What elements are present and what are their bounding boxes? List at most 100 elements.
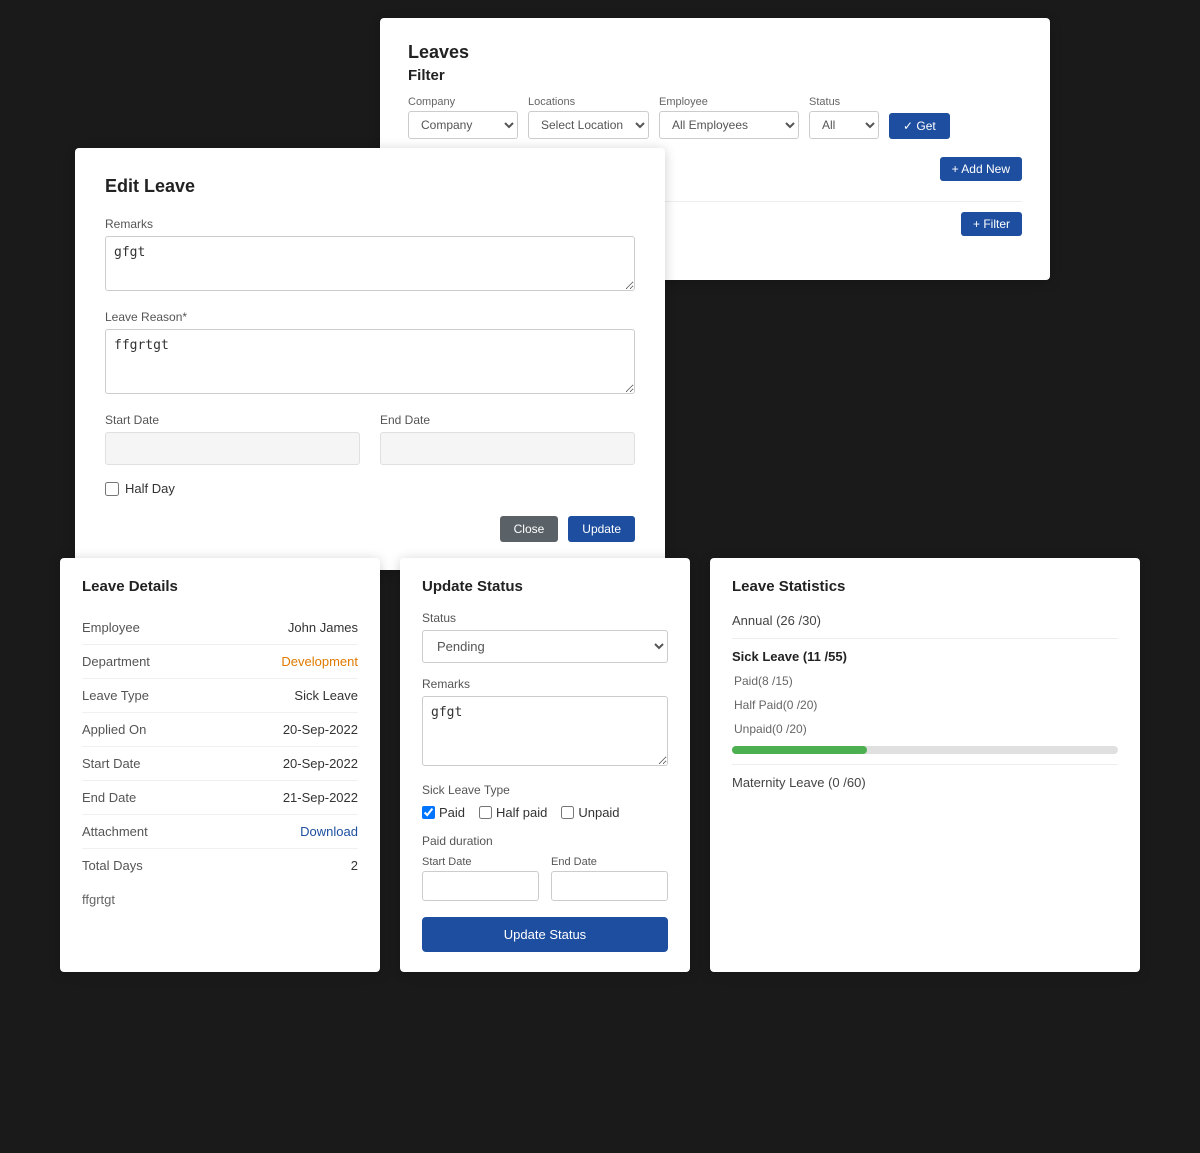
leave-type-detail-value: Sick Leave <box>294 688 358 703</box>
locations-select[interactable]: Select Location <box>528 111 649 139</box>
half-day-row: Half Day <box>105 481 635 496</box>
sick-leave-label: Sick Leave (11 /55) <box>732 649 1118 664</box>
attachment-download-link[interactable]: Download <box>300 824 358 839</box>
half-day-checkbox[interactable] <box>105 482 119 496</box>
total-days-label: Total Days <box>82 858 143 873</box>
maternity-label: Maternity Leave (0 /60) <box>732 775 1118 790</box>
us-remarks-textarea[interactable]: gfgt <box>422 696 668 766</box>
leave-stats-panel: Leave Statistics Annual (26 /30) Sick Le… <box>710 558 1140 972</box>
employee-filter-group: Employee All Employees <box>659 96 799 139</box>
remarks-label: Remarks <box>105 217 635 231</box>
us-status-label: Status <box>422 611 668 625</box>
sick-leave-bar-fill <box>732 746 867 754</box>
detail-end-date-row: End Date 21-Sep-2022 <box>82 781 358 815</box>
remarks-group: Remarks gfgt <box>105 217 635 294</box>
applied-on-row: Applied On 20-Sep-2022 <box>82 713 358 747</box>
attachment-row: Attachment Download <box>82 815 358 849</box>
update-status-panel: Update Status Status Pending Remarks gfg… <box>400 558 690 972</box>
pd-end-date-input[interactable]: 2022-09-21 <box>551 871 668 901</box>
start-date-group: Start Date 2022-09-20 <box>105 413 360 465</box>
status-filter-group: Status All <box>809 96 879 139</box>
half-paid-stat: Half Paid(0 /20) <box>732 698 1118 712</box>
leave-details-panel: Leave Details Employee John James Depart… <box>60 558 380 972</box>
company-label: Company <box>408 96 518 108</box>
update-button[interactable]: Update <box>568 516 635 542</box>
leave-reason-group: Leave Reason* ffgrtgt <box>105 310 635 397</box>
status-label: Status <box>809 96 879 108</box>
half-paid-checkbox[interactable] <box>479 806 492 819</box>
attachment-label: Attachment <box>82 824 148 839</box>
detail-start-date-label: Start Date <box>82 756 141 771</box>
maternity-stat: Maternity Leave (0 /60) <box>732 775 1118 790</box>
edit-leave-panel: Edit Leave Remarks gfgt Leave Reason* ff… <box>75 148 665 570</box>
paid-checkbox-label[interactable]: Paid <box>422 805 465 820</box>
total-days-value: 2 <box>351 858 358 873</box>
paid-checkbox[interactable] <box>422 806 435 819</box>
pd-start-date-input[interactable]: 2022-09-20 <box>422 871 539 901</box>
add-new-button[interactable]: + Add New <box>940 157 1022 181</box>
paid-duration-label: Paid duration <box>422 834 668 848</box>
filter-button[interactable]: + Filter <box>961 212 1022 236</box>
leave-type-detail-label: Leave Type <box>82 688 149 703</box>
employee-row: Employee John James <box>82 611 358 645</box>
end-date-input[interactable]: 2022-09-21 <box>380 432 635 465</box>
sick-leave-type-checkboxes: Paid Half paid Unpaid <box>422 805 668 820</box>
locations-filter-group: Locations Select Location <box>528 96 649 139</box>
sick-leave-stat: Sick Leave (11 /55) <box>732 649 1118 664</box>
applied-on-value: 20-Sep-2022 <box>283 722 358 737</box>
annual-stat: Annual (26 /30) <box>732 613 1118 628</box>
remarks-textarea[interactable]: gfgt <box>105 236 635 291</box>
start-date-label: Start Date <box>105 413 360 427</box>
sick-leave-bar <box>732 746 1118 754</box>
get-button[interactable]: ✓ Get <box>889 113 950 139</box>
company-filter-group: Company Company <box>408 96 518 139</box>
unpaid-checkbox[interactable] <box>561 806 574 819</box>
unpaid-stat-label: Unpaid(0 /20) <box>732 722 1118 736</box>
leave-reason-textarea[interactable]: ffgrtgt <box>105 329 635 394</box>
half-paid-stat-label: Half Paid(0 /20) <box>732 698 1118 712</box>
dept-detail-label: Department <box>82 654 150 669</box>
half-paid-checkbox-label[interactable]: Half paid <box>479 805 547 820</box>
end-date-label: End Date <box>380 413 635 427</box>
pd-start-date-group: Start Date 2022-09-20 <box>422 856 539 901</box>
paid-stat-label: Paid(8 /15) <box>732 674 1118 688</box>
us-status-select[interactable]: Pending <box>422 630 668 663</box>
status-select[interactable]: All <box>809 111 879 139</box>
detail-start-date-row: Start Date 20-Sep-2022 <box>82 747 358 781</box>
locations-label: Locations <box>528 96 649 108</box>
close-button[interactable]: Close <box>500 516 559 542</box>
detail-start-date-value: 20-Sep-2022 <box>283 756 358 771</box>
detail-end-date-value: 21-Sep-2022 <box>283 790 358 805</box>
employee-select[interactable]: All Employees <box>659 111 799 139</box>
date-row: Start Date 2022-09-20 End Date 2022-09-2… <box>105 413 635 481</box>
dept-detail-value: Development <box>281 654 358 669</box>
filter-row: Company Company Locations Select Locatio… <box>408 96 1022 139</box>
action-buttons: Close Update <box>105 516 635 542</box>
leave-stats-title: Leave Statistics <box>732 578 1118 595</box>
applied-on-label: Applied On <box>82 722 146 737</box>
sick-leave-type-label: Sick Leave Type <box>422 783 668 797</box>
edit-leave-title: Edit Leave <box>105 176 635 197</box>
company-select[interactable]: Company <box>408 111 518 139</box>
employee-detail-label: Employee <box>82 620 140 635</box>
leave-reason-label: Leave Reason* <box>105 310 635 324</box>
update-status-title: Update Status <box>422 578 668 595</box>
employee-label: Employee <box>659 96 799 108</box>
department-row: Department Development <box>82 645 358 679</box>
total-days-row: Total Days 2 <box>82 849 358 882</box>
update-status-button[interactable]: Update Status <box>422 917 668 952</box>
remark-text: ffgrtgt <box>82 892 358 907</box>
filter-heading: Filter <box>408 67 1022 84</box>
paid-stat: Paid(8 /15) <box>732 674 1118 688</box>
pd-end-date-label: End Date <box>551 856 668 868</box>
bottom-section: Leave Details Employee John James Depart… <box>60 558 1140 972</box>
start-date-input[interactable]: 2022-09-20 <box>105 432 360 465</box>
pd-start-date-label: Start Date <box>422 856 539 868</box>
half-day-label: Half Day <box>125 481 175 496</box>
unpaid-checkbox-label[interactable]: Unpaid <box>561 805 619 820</box>
annual-label: Annual (26 /30) <box>732 613 1118 628</box>
end-date-group: End Date 2022-09-21 <box>380 413 635 465</box>
paid-duration-dates: Start Date 2022-09-20 End Date 2022-09-2… <box>422 856 668 901</box>
leave-type-row: Leave Type Sick Leave <box>82 679 358 713</box>
leaves-title: Leaves <box>408 42 1022 63</box>
